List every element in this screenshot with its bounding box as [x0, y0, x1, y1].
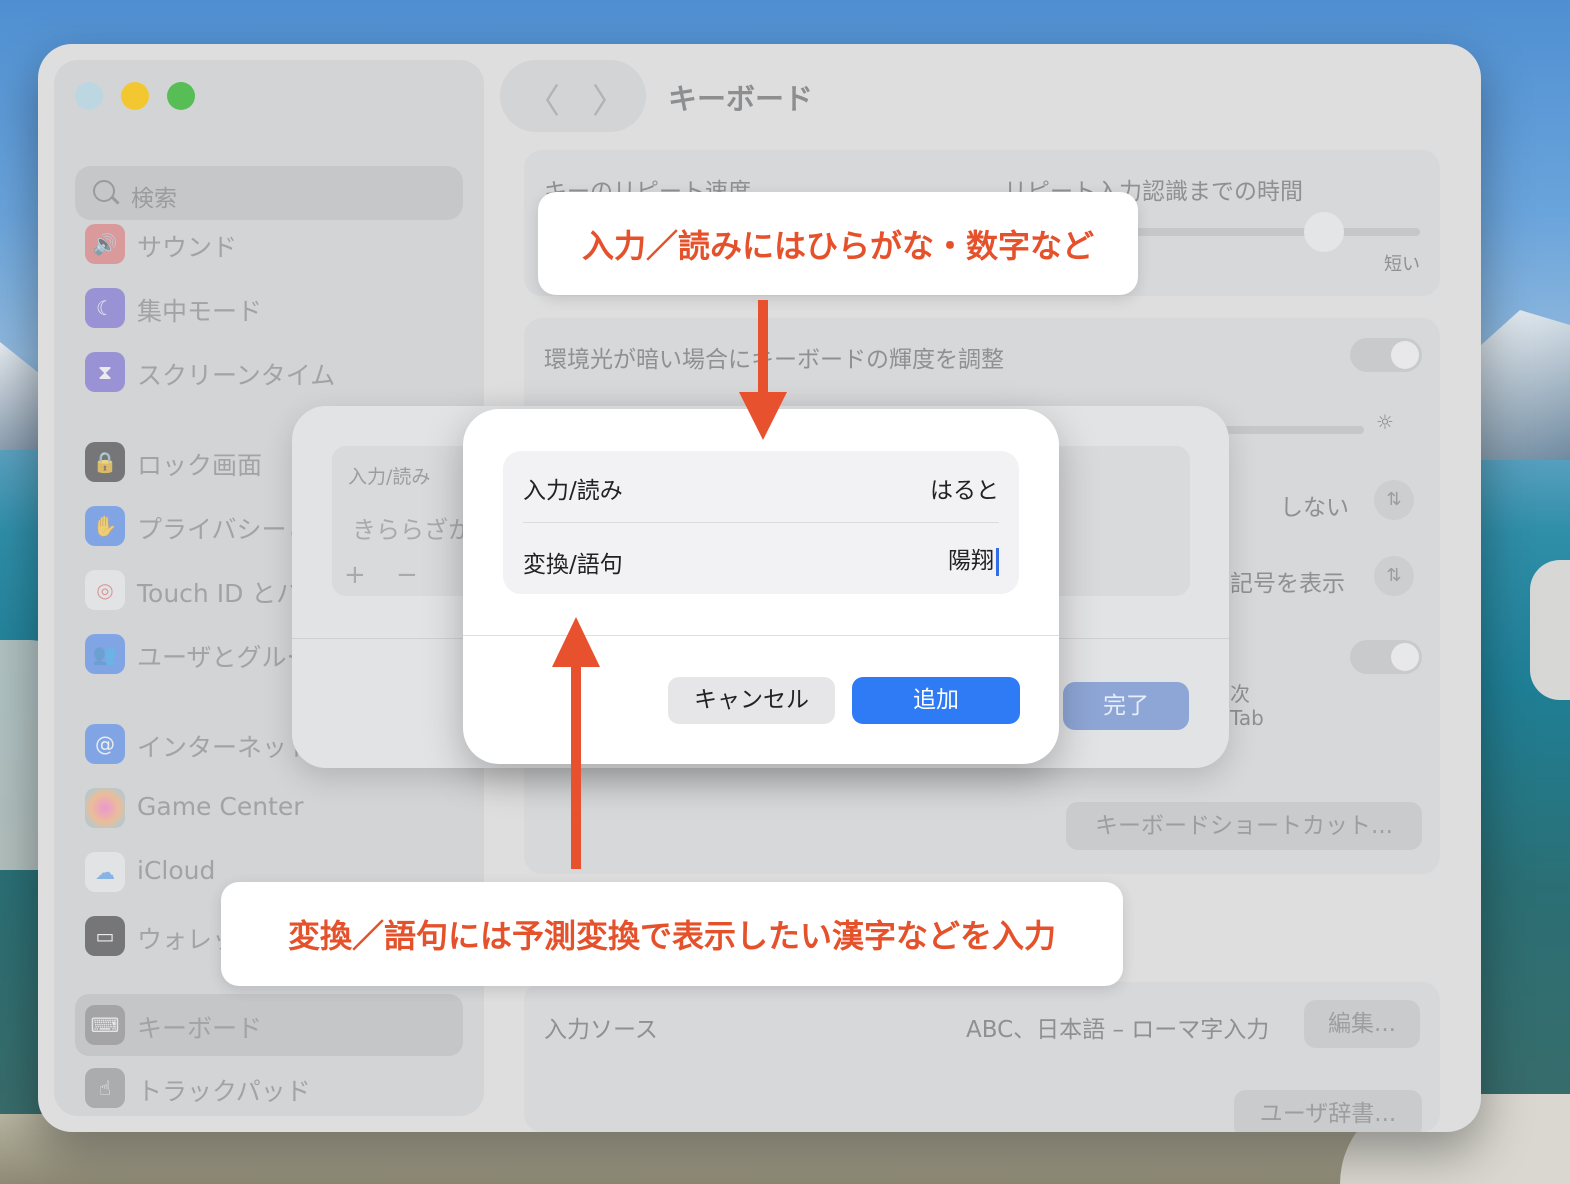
table-row[interactable]: きららざか [352, 510, 472, 545]
backlight-label: 環境光が暗い場合にキーボードの輝度を調整 [544, 347, 1004, 373]
column-header-reading[interactable]: 入力/読み [348, 462, 430, 489]
users-icon: 👥 [85, 634, 125, 674]
input-sources-value: ABC、日本語 – ローマ字入力 [966, 1017, 1270, 1043]
text-caret [996, 547, 999, 576]
phrase-value: 陽翔 [948, 548, 994, 574]
reading-field[interactable]: はると [930, 471, 999, 505]
background-rock-right [1530, 560, 1570, 700]
up-arrow-shaft [571, 664, 581, 869]
zoom-window-button[interactable] [167, 82, 195, 110]
forward-button[interactable]: 〉 [592, 74, 626, 123]
popup-stepper[interactable]: ⇅ [1374, 480, 1414, 520]
bottom-callout: 変換／語句には予測変換で表示したい漢字などを入力 [221, 882, 1123, 986]
remove-entry-button[interactable]: − [396, 560, 418, 590]
background-mountain [1470, 310, 1570, 460]
sidebar-item-label: プライバシーと [137, 515, 312, 544]
cancel-button[interactable]: キャンセル [668, 677, 835, 724]
popup-value-2: 記号を表示 [1230, 571, 1345, 597]
sidebar-item-label: ロック画面 [137, 451, 263, 480]
sidebar-item-label: Touch ID とパ [137, 579, 302, 608]
up-arrow-icon [552, 617, 600, 667]
search-icon [93, 180, 115, 202]
slider-knob[interactable] [1304, 212, 1344, 252]
fingerprint-icon: ◎ [85, 570, 125, 610]
done-button[interactable]: 完了 [1063, 682, 1189, 730]
sidebar-item-label: インターネット [137, 733, 313, 762]
lock-icon: 🔒 [85, 442, 125, 482]
down-arrow-icon [739, 392, 787, 440]
sidebar-item-focus[interactable]: ☾ 集中モード [85, 286, 465, 330]
search-placeholder: 検索 [131, 186, 177, 212]
game-center-icon [85, 788, 125, 828]
keyboard-shortcuts-button[interactable]: キーボードショートカット... [1066, 802, 1422, 850]
sidebar-item-game-center[interactable]: Game Center [85, 786, 465, 830]
reading-label: 入力/読み [523, 478, 623, 504]
sidebar-item-screen-time[interactable]: ⧗ スクリーンタイム [85, 350, 465, 394]
entry-fields: 入力/読み はると 変換/語句 陽翔 [503, 451, 1019, 594]
cloud-icon: ☁ [85, 852, 125, 892]
sidebar-item-keyboard[interactable]: ⌨ キーボード [85, 1003, 465, 1047]
trackpad-icon: ☝ [85, 1068, 125, 1108]
input-sources-label: 入力ソース [544, 1017, 658, 1043]
hand-icon: ✋ [85, 506, 125, 546]
sidebar-item-label: iCloud [137, 856, 216, 885]
sidebar-item-label: キーボード [137, 1014, 263, 1043]
popup-value: しない [1280, 495, 1349, 521]
brightness-icon: ☼ [1376, 410, 1394, 434]
field-divider [523, 522, 999, 523]
close-window-button[interactable] [75, 82, 103, 110]
add-entry-dialog: 入力/読み はると 変換/語句 陽翔 キャンセル 追加 [463, 409, 1059, 764]
user-dictionary-button[interactable]: ユーザ辞書... [1234, 1090, 1422, 1132]
short-label: 短い [1384, 254, 1420, 275]
at-icon: @ [85, 724, 125, 764]
sidebar-item-sound[interactable]: 🔊 サウンド [85, 222, 465, 266]
keyboard-icon: ⌨ [85, 1005, 125, 1045]
moon-icon: ☾ [85, 288, 125, 328]
down-arrow-shaft [758, 300, 768, 396]
sidebar-item-label: Game Center [137, 792, 304, 821]
next-label: 次 [1230, 682, 1250, 706]
sidebar-item-label: スクリーンタイム [137, 361, 336, 390]
option-toggle[interactable] [1350, 640, 1422, 674]
add-entry-button[interactable]: + [344, 560, 366, 590]
sidebar-item-label: トラックパッド [137, 1077, 311, 1106]
sidebar-item-label: 集中モード [137, 297, 263, 326]
speaker-icon: 🔊 [85, 224, 125, 264]
edit-input-sources-button[interactable]: 編集... [1304, 1000, 1420, 1048]
wallet-icon: ▭ [85, 916, 125, 956]
sidebar-item-label: サウンド [137, 233, 238, 262]
navigation-buttons: 〈 〉 [500, 60, 646, 132]
top-callout: 入力／読みにはひらがな・数字など [538, 192, 1138, 295]
minimize-window-button[interactable] [121, 82, 149, 110]
add-button[interactable]: 追加 [852, 677, 1020, 724]
sidebar-item-trackpad[interactable]: ☝ トラックパッド [85, 1066, 465, 1110]
phrase-label: 変換/語句 [523, 552, 623, 578]
tab-label: Tab [1230, 706, 1264, 730]
back-button[interactable]: 〈 [526, 74, 560, 123]
input-sources-card: 入力ソース ABC、日本語 – ローマ字入力 編集... ユーザ辞書... [524, 982, 1440, 1132]
phrase-field[interactable]: 陽翔 [948, 541, 999, 576]
search-field[interactable]: 検索 [75, 166, 463, 220]
sidebar-item-label: ユーザとグルー [137, 643, 312, 672]
popup-stepper-2[interactable]: ⇅ [1374, 556, 1414, 596]
hourglass-icon: ⧗ [85, 352, 125, 392]
backlight-toggle[interactable] [1350, 338, 1422, 372]
page-title: キーボード [668, 82, 814, 116]
